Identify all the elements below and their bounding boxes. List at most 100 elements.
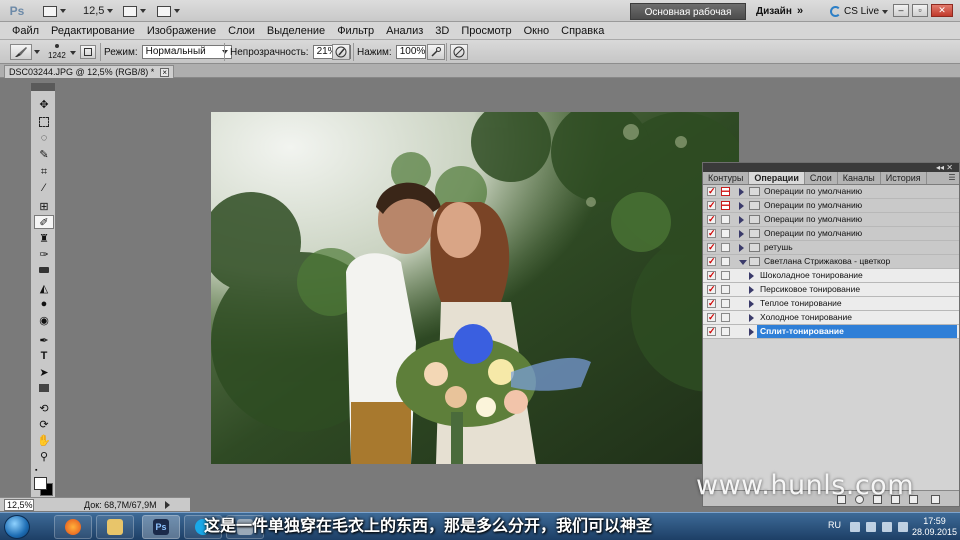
expand-triangle-icon[interactable] bbox=[739, 230, 744, 238]
move-tool[interactable]: ✥ bbox=[34, 97, 54, 111]
volume-icon[interactable] bbox=[882, 522, 892, 532]
screen-mode-button[interactable] bbox=[154, 3, 183, 19]
close-button[interactable]: ✕ bbox=[931, 4, 953, 17]
more-workspaces-button[interactable]: » bbox=[797, 3, 803, 20]
eraser-tool[interactable] bbox=[34, 263, 54, 277]
menu-file[interactable]: Файл bbox=[6, 22, 45, 40]
taskbar-explorer[interactable] bbox=[96, 515, 134, 539]
dialog-toggle-icon[interactable] bbox=[721, 257, 730, 266]
default-colors-button[interactable]: ▪ bbox=[35, 467, 43, 475]
tool-preset-picker[interactable] bbox=[10, 44, 40, 60]
taskbar-firefox[interactable] bbox=[54, 515, 92, 539]
history-brush-tool[interactable]: ✑ bbox=[34, 247, 54, 261]
collapse-panel-icon[interactable]: ◂◂ ✕ bbox=[936, 163, 953, 172]
tray-arrow-icon[interactable] bbox=[850, 522, 860, 532]
action-item[interactable]: ✓ Шоколадное тонирование bbox=[703, 269, 959, 283]
dialog-toggle-icon[interactable] bbox=[721, 229, 730, 238]
action-set[interactable]: ✓ Светлана Стрижакова - цветкор bbox=[703, 255, 959, 269]
zoom-level-dropdown[interactable]: 12,5 bbox=[80, 3, 116, 19]
start-button[interactable] bbox=[4, 515, 30, 539]
cs-live-button[interactable]: CS Live bbox=[830, 3, 889, 20]
menu-image[interactable]: Изображение bbox=[141, 22, 222, 40]
foreground-color-swatch[interactable] bbox=[34, 477, 47, 490]
menu-3d[interactable]: 3D bbox=[429, 22, 455, 40]
paint-bucket-tool[interactable]: ◭ bbox=[34, 281, 54, 295]
quick-select-tool[interactable]: ✎ bbox=[34, 147, 54, 161]
document-tab[interactable]: DSC03244.JPG @ 12,5% (RGB/8) * × bbox=[4, 65, 175, 78]
clock[interactable]: 17:59 28.09.2015 bbox=[912, 516, 957, 538]
chevron-down-icon[interactable] bbox=[70, 51, 76, 55]
pen-tool[interactable]: ✒ bbox=[34, 333, 54, 347]
action-toggle-checkbox[interactable]: ✓ bbox=[707, 299, 716, 308]
tab-history[interactable]: История bbox=[881, 172, 927, 184]
delete-button[interactable] bbox=[931, 495, 940, 504]
workspace-essentials-button[interactable]: Основная рабочая среда bbox=[630, 3, 746, 35]
brush-tool[interactable]: ✐ bbox=[34, 215, 54, 229]
lasso-tool[interactable]: ◌ bbox=[34, 131, 54, 145]
workspace-design-button[interactable]: Дизайн bbox=[756, 3, 792, 20]
menu-edit[interactable]: Редактирование bbox=[45, 22, 141, 40]
action-item[interactable]: ✓ Персиковое тонирование bbox=[703, 283, 959, 297]
action-item[interactable]: ✓ Холодное тонирование bbox=[703, 311, 959, 325]
taskbar-photoshop[interactable]: Ps bbox=[142, 515, 180, 539]
panel-menu-icon[interactable]: ☰ bbox=[945, 172, 959, 184]
crop-tool[interactable]: ⌗ bbox=[34, 165, 54, 179]
document-photo[interactable] bbox=[211, 112, 739, 464]
maximize-button[interactable]: ▫ bbox=[912, 4, 928, 17]
type-tool[interactable]: T bbox=[34, 349, 54, 363]
brush-picker[interactable]: 1242 bbox=[48, 42, 66, 62]
dialog-toggle-icon[interactable] bbox=[721, 327, 730, 336]
menu-layers[interactable]: Слои bbox=[222, 22, 261, 40]
action-toggle-checkbox[interactable]: ✓ bbox=[707, 327, 716, 336]
menu-help[interactable]: Справка bbox=[555, 22, 610, 40]
tools-panel-grip[interactable] bbox=[31, 83, 55, 91]
action-item[interactable]: ✓ Теплое тонирование bbox=[703, 297, 959, 311]
dialog-toggle-icon[interactable] bbox=[721, 271, 730, 280]
eyedropper-tool[interactable]: ⁄ bbox=[34, 181, 54, 195]
expand-triangle-icon[interactable] bbox=[749, 272, 754, 280]
action-toggle-checkbox[interactable]: ✓ bbox=[707, 215, 716, 224]
flag-icon[interactable] bbox=[898, 522, 908, 532]
dialog-toggle-icon[interactable] bbox=[721, 285, 730, 294]
marquee-tool[interactable] bbox=[34, 115, 54, 129]
shape-tool[interactable] bbox=[34, 381, 54, 395]
action-set[interactable]: ✓ Операции по умолчанию bbox=[703, 213, 959, 227]
expand-triangle-icon[interactable] bbox=[749, 314, 754, 322]
language-indicator[interactable]: RU bbox=[828, 520, 841, 530]
expand-triangle-icon[interactable] bbox=[739, 244, 744, 252]
action-set[interactable]: ✓ Операции по умолчанию bbox=[703, 185, 959, 199]
dialog-toggle-icon[interactable] bbox=[721, 243, 730, 252]
dialog-toggle-icon[interactable] bbox=[721, 187, 730, 196]
zoom-tool[interactable]: ⚲ bbox=[34, 449, 54, 463]
expand-triangle-icon[interactable] bbox=[749, 328, 754, 336]
dialog-toggle-icon[interactable] bbox=[721, 215, 730, 224]
action-set[interactable]: ✓ ретушь bbox=[703, 241, 959, 255]
expand-triangle-open-icon[interactable] bbox=[739, 260, 747, 265]
tab-layers[interactable]: Слои bbox=[805, 172, 838, 184]
airbrush-toggle[interactable] bbox=[427, 44, 445, 60]
bridge-button[interactable] bbox=[40, 3, 69, 19]
dodge-tool[interactable]: ◉ bbox=[34, 313, 54, 327]
path-select-tool[interactable]: ➤ bbox=[34, 365, 54, 379]
3d-rotate-tool[interactable]: ⟲ bbox=[34, 401, 54, 415]
action-set[interactable]: ✓ Операции по умолчанию bbox=[703, 227, 959, 241]
action-toggle-checkbox[interactable]: ✓ bbox=[707, 313, 716, 322]
expand-triangle-icon[interactable] bbox=[739, 216, 744, 224]
dialog-toggle-icon[interactable] bbox=[721, 313, 730, 322]
flow-input[interactable]: 100% bbox=[395, 45, 426, 59]
tab-channels[interactable]: Каналы bbox=[838, 172, 881, 184]
hand-tool[interactable]: ✋ bbox=[34, 433, 54, 447]
blur-tool[interactable]: ● bbox=[34, 297, 54, 311]
menu-window[interactable]: Окно bbox=[518, 22, 556, 40]
minimize-button[interactable]: – bbox=[893, 4, 909, 17]
tablet-size-toggle[interactable] bbox=[450, 44, 468, 60]
dialog-toggle-icon[interactable] bbox=[721, 299, 730, 308]
status-menu-arrow-icon[interactable] bbox=[164, 500, 170, 509]
dialog-toggle-icon[interactable] bbox=[721, 201, 730, 210]
tab-actions[interactable]: Операции bbox=[749, 172, 805, 184]
action-toggle-checkbox[interactable]: ✓ bbox=[707, 271, 716, 280]
arrange-documents-button[interactable] bbox=[120, 3, 149, 19]
action-toggle-checkbox[interactable]: ✓ bbox=[707, 285, 716, 294]
blend-mode-select[interactable]: Нормальный bbox=[141, 45, 232, 59]
menu-filter[interactable]: Фильтр bbox=[331, 22, 380, 40]
